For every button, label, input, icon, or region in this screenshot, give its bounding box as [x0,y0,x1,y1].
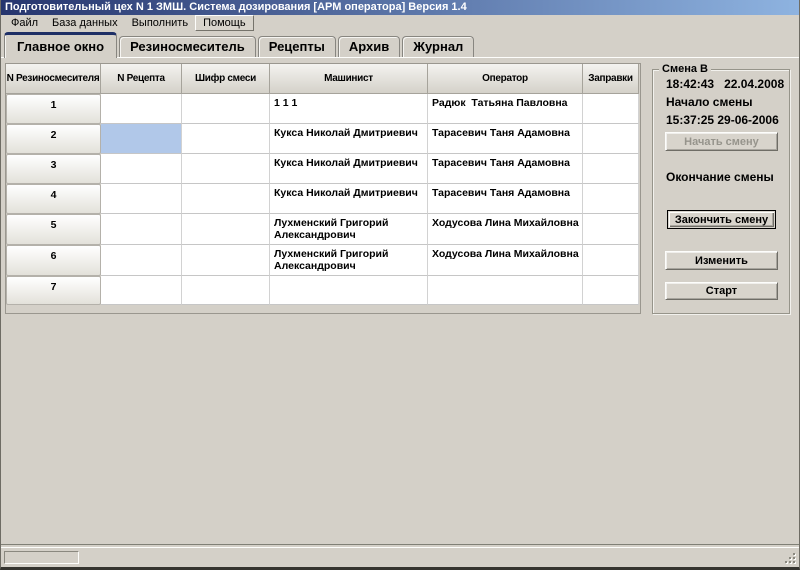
cell-fills[interactable] [583,124,639,154]
cell-operator[interactable] [428,276,583,305]
cell-machinist[interactable]: Кукса Николай Дмитриевич [270,154,428,184]
cell-fills[interactable] [583,154,639,184]
cell-recipe-no[interactable] [101,94,182,124]
cell-operator[interactable]: Ходусова Лина Михайловна [428,245,583,276]
begin-shift-button[interactable]: Начать смену [665,132,778,151]
cell-recipe-no[interactable] [101,276,182,305]
cell-fills[interactable] [583,245,639,276]
shift-end-label: Окончание смены [666,170,774,184]
row-selector[interactable]: 3 [6,154,101,184]
cell-mix-code[interactable] [182,94,270,124]
main-page: N Резиносмесителя N Рецепта Шифр смеси М… [1,57,799,545]
status-panel [4,551,79,564]
cell-machinist[interactable]: Кукса Николай Дмитриевич [270,124,428,154]
cell-fills[interactable] [583,94,639,124]
cell-machinist[interactable] [270,276,428,305]
resize-grip-icon[interactable] [785,553,796,564]
cell-mix-code[interactable] [182,214,270,245]
cell-fills[interactable] [583,214,639,245]
grid-header-row: N Резиносмесителя N Рецепта Шифр смеси М… [6,64,640,94]
table-row: 7 [6,276,640,305]
grid-empty-area [6,305,640,313]
shift-groupbox: Смена В 18:42:43 22.04.2008 Начало смены… [652,63,790,314]
cell-recipe-no-selected[interactable] [101,124,182,154]
shift-start-label: Начало смены [666,95,753,109]
column-header-machinist: Машинист [270,64,428,94]
column-header-fills: Заправки [583,64,639,94]
cell-operator[interactable]: Тарасевич Таня Адамовна [428,184,583,214]
table-row: 3 Кукса Николай Дмитриевич Тарасевич Тан… [6,154,640,184]
column-header-mixer-no: N Резиносмесителя [6,64,101,94]
shift-groupbox-title: Смена В [659,63,711,76]
tab-strip: Главное окно Резиносмеситель Рецепты Арх… [1,31,799,58]
cell-operator[interactable]: Тарасевич Таня Адамовна [428,154,583,184]
column-header-recipe-no: N Рецепта [101,64,182,94]
mixers-grid: N Резиносмесителя N Рецепта Шифр смеси М… [5,63,641,314]
title-bar: Подготовительный цех N 1 ЗМШ. Система до… [1,0,799,15]
shift-start-value: 15:37:25 29-06-2006 [666,113,779,127]
row-selector[interactable]: 2 [6,124,101,154]
menu-help[interactable]: Помощь [195,15,254,31]
cell-machinist[interactable]: Лухменский Григорий Александрович [270,214,428,245]
cell-operator[interactable]: Тарасевич Таня Адамовна [428,124,583,154]
cell-machinist[interactable]: Лухменский Григорий Александрович [270,245,428,276]
cell-fills[interactable] [583,184,639,214]
cell-recipe-no[interactable] [101,154,182,184]
current-datetime: 18:42:43 22.04.2008 [666,77,784,91]
cell-mix-code[interactable] [182,124,270,154]
tab-recipes[interactable]: Рецепты [257,36,336,57]
cell-recipe-no[interactable] [101,214,182,245]
app-window: Подготовительный цех N 1 ЗМШ. Система до… [0,0,800,570]
menu-execute[interactable]: Выполнить [125,16,195,30]
tab-archive[interactable]: Архив [337,36,401,57]
row-selector[interactable]: 4 [6,184,101,214]
current-date: 22.04.2008 [724,77,785,91]
table-row: 6 Лухменский Григорий Александрович Ходу… [6,245,640,276]
cell-mix-code[interactable] [182,245,270,276]
start-button[interactable]: Старт [665,282,778,300]
cell-operator[interactable]: Радюк Татьяна Павловна [428,94,583,124]
cell-mix-code[interactable] [182,184,270,214]
table-row: 2 Кукса Николай Дмитриевич Тарасевич Тан… [6,124,640,154]
cell-operator[interactable]: Ходусова Лина Михайловна [428,214,583,245]
cell-mix-code[interactable] [182,276,270,305]
column-header-mix-code: Шифр смеси [182,64,270,94]
menu-database[interactable]: База данных [45,16,125,30]
cell-recipe-no[interactable] [101,184,182,214]
edit-button[interactable]: Изменить [665,251,778,270]
tab-main-window[interactable]: Главное окно [4,32,118,58]
window-title: Подготовительный цех N 1 ЗМШ. Система до… [5,1,467,13]
tab-rubber-mixer[interactable]: Резиносмеситель [119,36,256,57]
current-time: 18:42:43 [666,77,715,91]
cell-mix-code[interactable] [182,154,270,184]
cell-recipe-no[interactable] [101,245,182,276]
tab-journal[interactable]: Журнал [402,36,475,57]
menu-file[interactable]: Файл [4,16,45,30]
end-shift-button[interactable]: Закончить смену [667,210,776,229]
status-bar [1,547,799,567]
table-row: 5 Лухменский Григорий Александрович Ходу… [6,214,640,245]
row-selector[interactable]: 1 [6,94,101,124]
menu-bar: Файл База данных Выполнить Помощь [1,15,799,31]
cell-machinist[interactable]: Кукса Николай Дмитриевич [270,184,428,214]
row-selector[interactable]: 5 [6,214,101,245]
table-row: 4 Кукса Николай Дмитриевич Тарасевич Тан… [6,184,640,214]
column-header-operator: Оператор [428,64,583,94]
row-selector[interactable]: 6 [6,245,101,276]
cell-machinist[interactable]: 1 1 1 [270,94,428,124]
table-row: 1 1 1 1 Радюк Татьяна Павловна [6,94,640,124]
cell-fills[interactable] [583,276,639,305]
row-selector[interactable]: 7 [6,276,101,305]
